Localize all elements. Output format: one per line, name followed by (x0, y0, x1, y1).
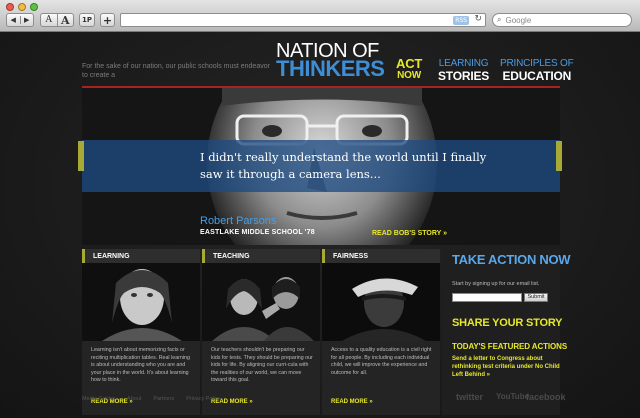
text-smaller-button[interactable]: A (41, 15, 57, 25)
hero-person-name: Robert Parsons (200, 215, 277, 227)
nav-label-bottom: EDUCATION (502, 69, 572, 83)
column-title[interactable]: LEARNING (82, 249, 200, 263)
web-page: For the sake of our nation, our public s… (0, 32, 640, 418)
back-forward-buttons: ◀ ▶ (6, 13, 34, 27)
footer-link-media-center[interactable]: Media Center (82, 396, 115, 402)
fairness-column: FAIRNESS Access to a quality education i… (322, 249, 440, 415)
signup-text: Start by signing up for our email list. (452, 281, 540, 287)
reload-icon[interactable]: ↻ (474, 14, 482, 24)
nav-principles-of-education[interactable]: PRINCIPLES OF EDUCATION (500, 58, 574, 82)
featured-action-link[interactable]: Send a letter to Congress about rethinki… (452, 355, 562, 379)
column-title[interactable]: TEACHING (202, 249, 320, 263)
close-window-button[interactable] (6, 3, 14, 11)
hero-quote: I didn't really understand the world unt… (200, 150, 487, 181)
read-more-link[interactable]: READ MORE » (331, 399, 373, 405)
teaching-photo (202, 263, 320, 341)
learning-column: LEARNING Learning isn't about memorizing… (82, 249, 200, 415)
forward-button[interactable]: ▶ (19, 16, 34, 24)
password-button[interactable]: 1P (79, 13, 95, 27)
share-story-heading[interactable]: SHARE YOUR STORY (452, 317, 562, 329)
twitter-link[interactable]: twitter (456, 392, 483, 402)
submit-button[interactable]: Submit (524, 293, 548, 302)
search-placeholder: Google (505, 15, 532, 25)
youtube-link[interactable]: YouTube (496, 392, 529, 401)
site-tagline: For the sake of our nation, our public s… (82, 63, 270, 79)
rss-icon[interactable]: RSS (453, 16, 469, 25)
logo-line-2: THINKERS (276, 56, 385, 81)
footer-link-about[interactable]: About (127, 396, 141, 402)
learning-photo (82, 263, 200, 341)
footer-links: Media Center About Partners Privacy Poli… (82, 396, 220, 402)
back-button[interactable]: ◀ (7, 16, 20, 24)
email-field[interactable] (452, 293, 522, 302)
nav-act-now[interactable]: ACT NOW (396, 56, 423, 82)
search-icon: ⌕ (497, 15, 502, 24)
fairness-photo (322, 263, 440, 341)
add-bookmark-button[interactable]: + (100, 13, 115, 27)
nav-learning-stories[interactable]: LEARNING STORIES (438, 58, 489, 82)
footer-link-privacy[interactable]: Privacy Policy (186, 396, 220, 402)
take-action-heading[interactable]: TAKE ACTION NOW (452, 252, 571, 267)
browser-toolbar: ◀ ▶ A A 1P + RSS ↻ ⌕ Google (0, 0, 640, 32)
zoom-window-button[interactable] (30, 3, 38, 11)
column-title[interactable]: FAIRNESS (322, 249, 440, 263)
hero-person-school: EASTLAKE MIDDLE SCHOOL '78 (200, 229, 315, 236)
site-logo[interactable]: NATION OF THINKERS (276, 41, 385, 81)
carousel-next-tab[interactable] (556, 141, 562, 171)
teaching-column: TEACHING Our teachers shouldn't be prepa… (202, 249, 320, 415)
window-controls (6, 3, 38, 11)
facebook-link[interactable]: facebook (526, 392, 566, 402)
search-field[interactable]: ⌕ Google (492, 13, 632, 27)
read-story-link[interactable]: READ BOB'S STORY » (372, 230, 447, 237)
column-text: Access to a quality education is a civil… (331, 347, 432, 376)
carousel-prev-tab[interactable] (78, 141, 84, 171)
minimize-window-button[interactable] (18, 3, 26, 11)
nav-label-bottom: NOW (397, 70, 421, 81)
nav-label-top: ACT (396, 56, 423, 71)
text-size-buttons: A A (40, 13, 74, 27)
featured-actions-heading: TODAY'S FEATURED ACTIONS (452, 342, 568, 351)
column-text: Our teachers shouldn't be preparing our … (211, 347, 313, 383)
action-sidebar (442, 249, 560, 415)
footer-link-partners[interactable]: Partners (153, 396, 174, 402)
column-text: Learning isn't about memorizing facts or… (91, 347, 190, 383)
text-bigger-button[interactable]: A (56, 13, 74, 27)
nav-label-bottom: STORIES (438, 69, 490, 83)
address-bar[interactable]: RSS ↻ (120, 13, 486, 27)
